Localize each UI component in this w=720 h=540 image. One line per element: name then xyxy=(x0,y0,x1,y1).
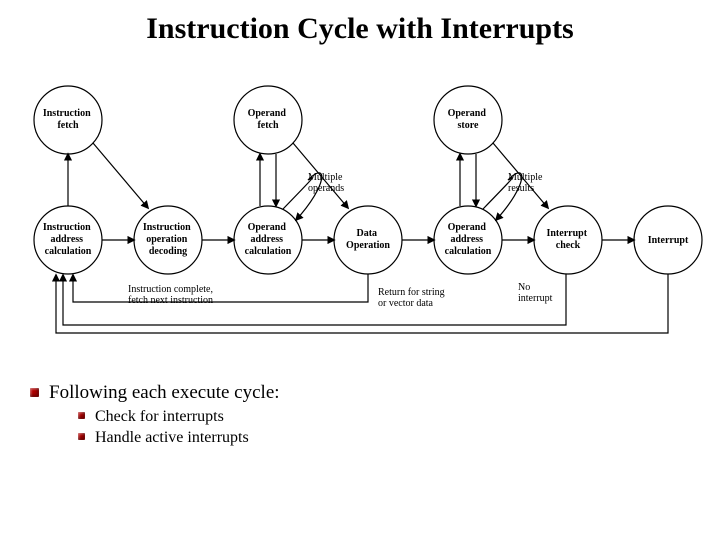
bullet-icon xyxy=(30,388,39,397)
instruction-cycle-diagram: Instruction fetch Operand fetch Operand … xyxy=(8,80,712,340)
slide: Instruction Cycle with Interrupts Instru… xyxy=(0,0,720,540)
label-oac2: Operand address calculation xyxy=(445,222,492,257)
bullet-sub-2: Handle active interrupts xyxy=(78,427,690,449)
bullet-sub-1: Check for interrupts xyxy=(78,406,690,428)
bullet-icon xyxy=(78,433,85,440)
page-title: Instruction Cycle with Interrupts xyxy=(0,12,720,46)
node-interrupt-check: Interrupt check xyxy=(534,206,602,274)
node-data-operation: Data Operation xyxy=(334,206,402,274)
bullet-icon xyxy=(78,412,85,419)
node-operand-fetch: Operand fetch xyxy=(234,86,302,154)
bullet-list: Following each execute cycle: Check for … xyxy=(30,380,690,449)
node-instruction-fetch: Instruction fetch xyxy=(34,86,102,154)
bullet-sub-2-text: Handle active interrupts xyxy=(95,427,690,449)
edge-return-vector xyxy=(73,274,368,302)
node-operand-address-calculation-1: Operand address calculation xyxy=(234,206,302,274)
node-operand-store: Operand store xyxy=(434,86,502,154)
node-instruction-address-calculation: Instruction address calculation xyxy=(34,206,102,274)
edge-ifetch-iod xyxy=(93,143,148,208)
node-instruction-operation-decoding: Instruction operation decoding xyxy=(134,206,202,274)
label-oac1: Operand address calculation xyxy=(245,222,292,257)
bullet-main-text: Following each execute cycle: xyxy=(49,380,690,406)
annotation-multiple-results: Multiple results xyxy=(508,172,545,194)
label-iod: Instruction operation decoding xyxy=(143,222,193,257)
node-operand-address-calculation-2: Operand address calculation xyxy=(434,206,502,274)
annotation-multiple-operands-real: Multiple operands xyxy=(308,172,345,194)
node-interrupt: Interrupt xyxy=(634,206,702,274)
annotation-return-string: Return for string or vector data xyxy=(378,287,447,309)
annotation-instruction-complete: Instruction complete, fetch next instruc… xyxy=(128,284,215,306)
label-interrupt: Interrupt xyxy=(648,235,689,246)
bullet-main: Following each execute cycle: xyxy=(30,380,690,406)
bullet-sub-1-text: Check for interrupts xyxy=(95,406,690,428)
annotation-no-interrupt: No interrupt xyxy=(518,282,553,304)
